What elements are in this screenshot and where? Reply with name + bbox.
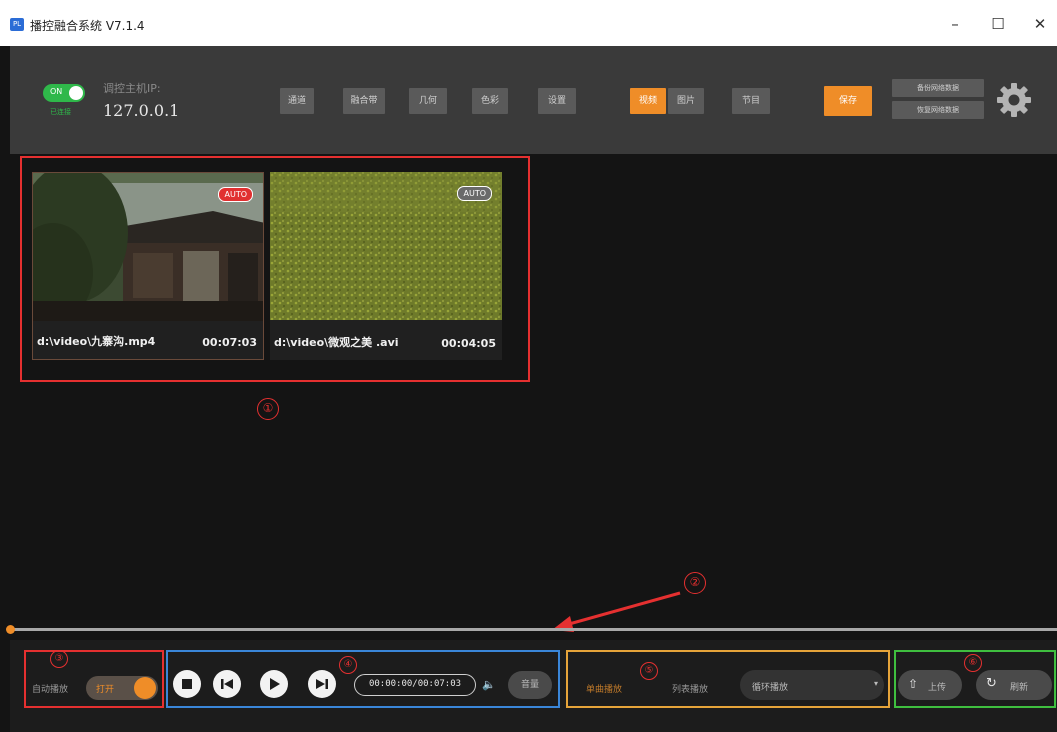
list-play-option[interactable]: 列表播放 [672,682,708,695]
annotation-marker-6: ⑥ [964,654,982,672]
annotation-marker-4: ④ [339,656,357,674]
save-button[interactable]: 保存 [824,86,872,116]
video-thumbnail[interactable]: AUTO d:\video\九寨沟.mp4 00:07:03 [32,172,264,360]
connection-status: 已连接 [50,108,71,116]
annotation-marker-5: ⑤ [640,662,658,680]
single-play-option[interactable]: 单曲播放 [586,682,622,695]
annotation-marker-1: ① [257,398,279,420]
maximize-button[interactable]: ☐ [984,12,1012,36]
title-bar: PL 播控融合系统 V7.1.4 – ☐ ✕ [0,0,1057,46]
skip-back-icon [221,679,233,689]
toggle-label: ON [50,87,63,96]
video-path: d:\video\微观之美 .avi [274,336,399,349]
channel-button[interactable]: 通道 [280,88,314,114]
minimize-button[interactable]: – [941,12,969,36]
close-button[interactable]: ✕ [1026,12,1054,36]
loop-mode-select[interactable]: 循环播放 ▾ [740,670,884,700]
image-tab[interactable]: 图片 [668,88,704,114]
power-toggle[interactable]: ON [43,84,85,102]
previous-button[interactable] [213,670,241,698]
video-thumbnail[interactable]: AUTO d:\video\微观之美 .avi 00:04:05 [270,172,502,360]
window-title: 播控融合系统 V7.1.4 [30,19,145,33]
annotation-marker-3: ③ [50,650,68,668]
gear-icon[interactable] [996,82,1032,118]
media-area: AUTO d:\video\九寨沟.mp4 00:07:03 AUTO d:\v… [10,154,1057,624]
upload-icon: ⇧ [908,677,919,691]
backup-network-button[interactable]: 备份网络数据 [892,79,984,97]
auto-badge[interactable]: AUTO [457,186,492,201]
refresh-icon: ↻ [986,676,997,691]
loop-mode-value: 循环播放 [752,683,789,693]
settings-button[interactable]: 设置 [538,88,576,114]
upload-label: 上传 [928,683,947,693]
autoplay-toggle[interactable]: 打开 [86,676,158,700]
restore-network-button[interactable]: 恢复网络数据 [892,101,984,119]
app-icon: PL [10,18,24,31]
auto-badge[interactable]: AUTO [218,187,253,202]
volume-icon: 🔈 [482,678,496,691]
play-icon [270,678,280,690]
toolbar: ON 已连接 调控主机IP: 127.0.0.1 通道 融合带 几何 色彩 设置… [10,46,1057,154]
skip-forward-icon [316,679,328,689]
upload-button[interactable]: ⇧ 上传 [898,670,962,700]
ip-value: 127.0.0.1 [103,101,180,120]
app-window: PL 播控融合系统 V7.1.4 – ☐ ✕ ON 已连接 调控主机IP: 12… [0,0,1057,732]
video-duration: 00:07:03 [202,336,257,349]
chevron-down-icon: ▾ [873,679,878,688]
autoplay-value: 打开 [96,685,115,695]
blend-band-button[interactable]: 融合带 [343,88,385,114]
time-display: 00:00:00/00:07:03 [354,674,476,696]
video-path: d:\video\九寨沟.mp4 [37,335,156,348]
playback-progress-bar[interactable] [10,628,1057,631]
video-duration: 00:04:05 [441,337,496,350]
program-button[interactable]: 节目 [732,88,770,114]
stop-icon [182,679,192,689]
ip-label: 调控主机IP: [103,82,161,95]
video-tab[interactable]: 视频 [630,88,666,114]
play-button[interactable] [260,670,288,698]
refresh-label: 刷新 [1010,683,1029,693]
autoplay-label: 自动播放 [32,685,69,695]
control-bar: ③ 自动播放 打开 ④ 00:00:00/00:07:03 🔈 音量 ⑤ 单曲播… [10,640,1057,732]
toggle-knob [69,86,83,100]
color-button[interactable]: 色彩 [472,88,508,114]
progress-handle[interactable] [6,625,15,634]
volume-button[interactable]: 音量 [508,671,552,699]
geometry-button[interactable]: 几何 [409,88,447,114]
autoplay-knob [134,677,156,699]
stop-button[interactable] [173,670,201,698]
refresh-button[interactable]: ↻ 刷新 [976,670,1052,700]
next-button[interactable] [308,670,336,698]
